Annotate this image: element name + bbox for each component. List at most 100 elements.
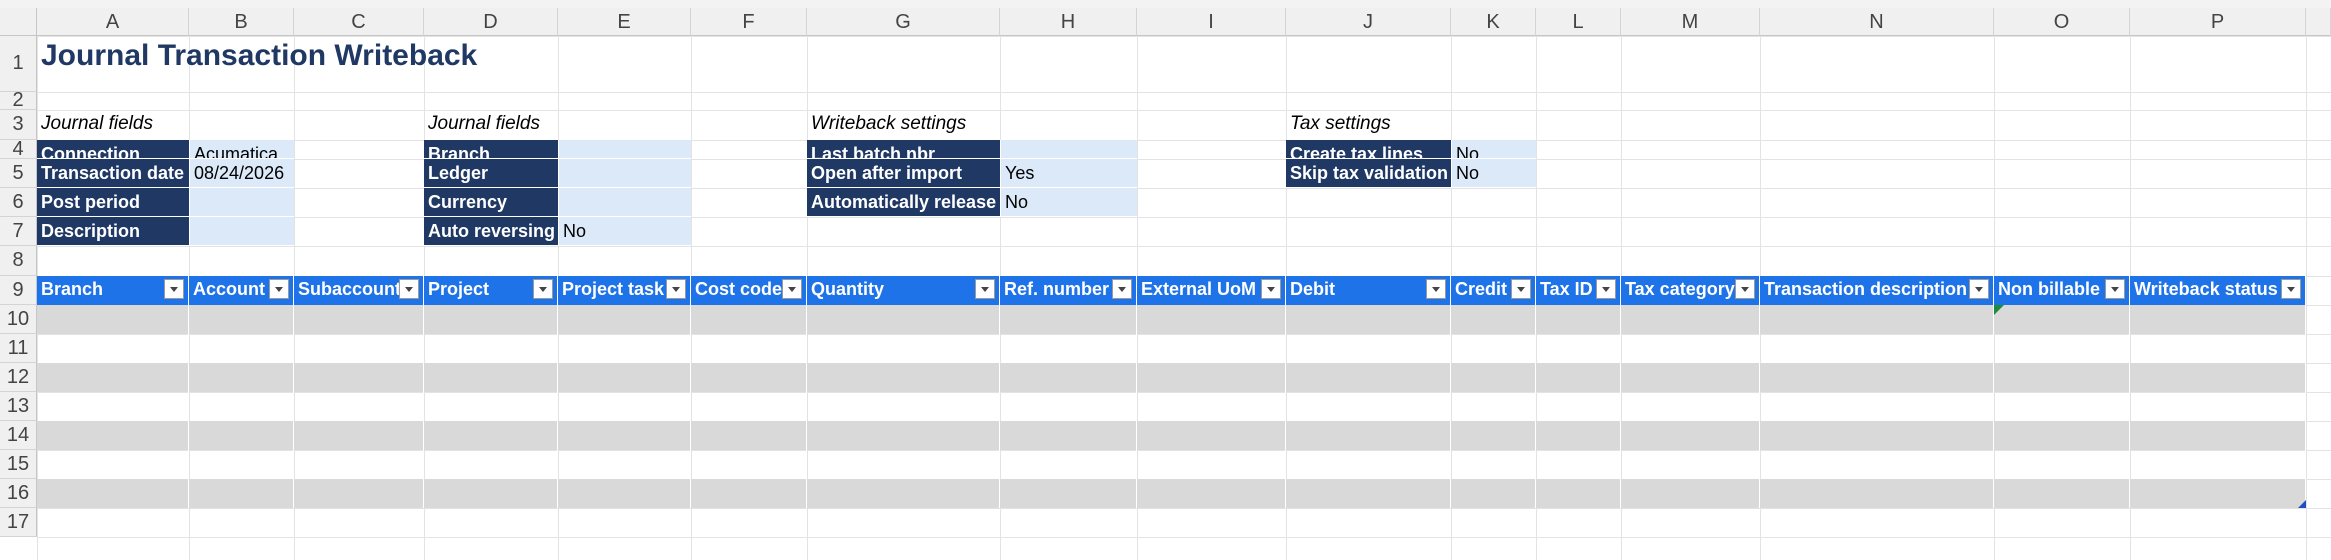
column-header-c[interactable]: C (294, 8, 424, 36)
table-cell[interactable] (691, 479, 807, 508)
table-cell[interactable] (1286, 421, 1451, 450)
table-cell[interactable] (1451, 479, 1536, 508)
table-header-4[interactable]: Project task (558, 276, 691, 305)
field-value-journal1-3[interactable] (189, 217, 294, 246)
table-cell[interactable] (691, 334, 807, 363)
row-header-15[interactable]: 15 (0, 450, 37, 479)
table-cell[interactable] (691, 421, 807, 450)
row-header-13[interactable]: 13 (0, 392, 37, 421)
filter-dropdown-icon[interactable] (533, 279, 553, 299)
table-cell[interactable] (1536, 392, 1621, 421)
table-cell[interactable] (807, 334, 1000, 363)
filter-dropdown-icon[interactable] (399, 279, 419, 299)
filter-dropdown-icon[interactable] (1112, 279, 1132, 299)
select-all-corner[interactable] (0, 8, 37, 36)
table-cell[interactable] (1000, 334, 1137, 363)
table-cell[interactable] (189, 305, 294, 334)
table-cell[interactable] (1760, 479, 1994, 508)
table-cell[interactable] (424, 334, 558, 363)
table-cell[interactable] (1451, 334, 1536, 363)
table-cell[interactable] (1137, 305, 1286, 334)
table-cell[interactable] (37, 334, 189, 363)
row-header-9[interactable]: 9 (0, 276, 37, 305)
table-header-6[interactable]: Quantity (807, 276, 1000, 305)
table-cell[interactable] (2130, 479, 2306, 508)
field-value-tax-1[interactable]: No (1451, 159, 1536, 188)
field-value-journal2-3[interactable]: No (558, 217, 691, 246)
table-cell[interactable] (1994, 479, 2130, 508)
column-header-h[interactable]: H (1000, 8, 1137, 36)
table-cell[interactable] (1536, 421, 1621, 450)
row-header-2[interactable]: 2 (0, 89, 37, 111)
filter-dropdown-icon[interactable] (269, 279, 289, 299)
filter-dropdown-icon[interactable] (782, 279, 802, 299)
table-cell[interactable] (1994, 392, 2130, 421)
row-header-16[interactable]: 16 (0, 479, 37, 508)
table-cell[interactable] (807, 421, 1000, 450)
table-cell[interactable] (1000, 421, 1137, 450)
table-cell[interactable] (189, 363, 294, 392)
table-cell[interactable] (807, 392, 1000, 421)
table-cell[interactable] (2130, 392, 2306, 421)
table-cell[interactable] (691, 305, 807, 334)
table-cell[interactable] (1536, 334, 1621, 363)
table-cell[interactable] (558, 363, 691, 392)
field-value-tax-0[interactable]: No (1451, 140, 1536, 159)
table-cell[interactable] (1137, 334, 1286, 363)
column-header-b[interactable]: B (189, 8, 294, 36)
table-cell[interactable] (1137, 450, 1286, 479)
table-cell[interactable] (1451, 421, 1536, 450)
table-cell[interactable] (294, 334, 424, 363)
table-cell[interactable] (558, 421, 691, 450)
table-cell[interactable] (37, 450, 189, 479)
table-cell[interactable] (1137, 479, 1286, 508)
table-cell[interactable] (1536, 363, 1621, 392)
table-cell[interactable] (1000, 392, 1137, 421)
column-header-k[interactable]: K (1451, 8, 1536, 36)
table-cell[interactable] (1137, 392, 1286, 421)
row-header-17[interactable]: 17 (0, 508, 37, 537)
table-cell[interactable] (1994, 363, 2130, 392)
row-header-5[interactable]: 5 (0, 159, 37, 188)
row-header-14[interactable]: 14 (0, 421, 37, 450)
table-cell[interactable] (1000, 479, 1137, 508)
table-cell[interactable] (294, 363, 424, 392)
table-cell[interactable] (807, 450, 1000, 479)
table-cell[interactable] (1760, 392, 1994, 421)
table-cell[interactable] (37, 421, 189, 450)
table-resize-handle-icon[interactable] (2298, 500, 2306, 508)
table-cell[interactable] (558, 305, 691, 334)
filter-dropdown-icon[interactable] (1261, 279, 1281, 299)
field-value-writeback-1[interactable]: Yes (1000, 159, 1137, 188)
column-header-g[interactable]: G (807, 8, 1000, 36)
column-header-j[interactable]: J (1286, 8, 1451, 36)
row-header-12[interactable]: 12 (0, 363, 37, 392)
filter-dropdown-icon[interactable] (1969, 279, 1989, 299)
column-header-l[interactable]: L (1536, 8, 1621, 36)
table-cell[interactable] (1137, 421, 1286, 450)
table-cell[interactable] (1536, 479, 1621, 508)
table-cell[interactable] (1621, 392, 1760, 421)
table-cell[interactable] (1451, 450, 1536, 479)
table-cell[interactable] (1286, 305, 1451, 334)
table-cell[interactable] (37, 363, 189, 392)
table-cell[interactable] (1000, 363, 1137, 392)
table-cell[interactable] (1536, 305, 1621, 334)
table-cell[interactable] (1760, 305, 1994, 334)
column-header-i[interactable]: I (1137, 8, 1286, 36)
row-header-1[interactable]: 1 (0, 36, 37, 92)
filter-dropdown-icon[interactable] (1735, 279, 1755, 299)
table-cell[interactable] (2130, 305, 2306, 334)
table-cell[interactable] (1286, 450, 1451, 479)
table-cell[interactable] (807, 305, 1000, 334)
filter-dropdown-icon[interactable] (666, 279, 686, 299)
table-header-0[interactable]: Branch (37, 276, 189, 305)
table-cell[interactable] (1286, 334, 1451, 363)
table-cell[interactable] (37, 392, 189, 421)
row-header-8[interactable]: 8 (0, 246, 37, 276)
table-cell[interactable] (1621, 421, 1760, 450)
column-header-a[interactable]: A (37, 8, 189, 36)
table-header-2[interactable]: Subaccount (294, 276, 424, 305)
table-cell[interactable] (1760, 334, 1994, 363)
table-cell[interactable] (2130, 421, 2306, 450)
